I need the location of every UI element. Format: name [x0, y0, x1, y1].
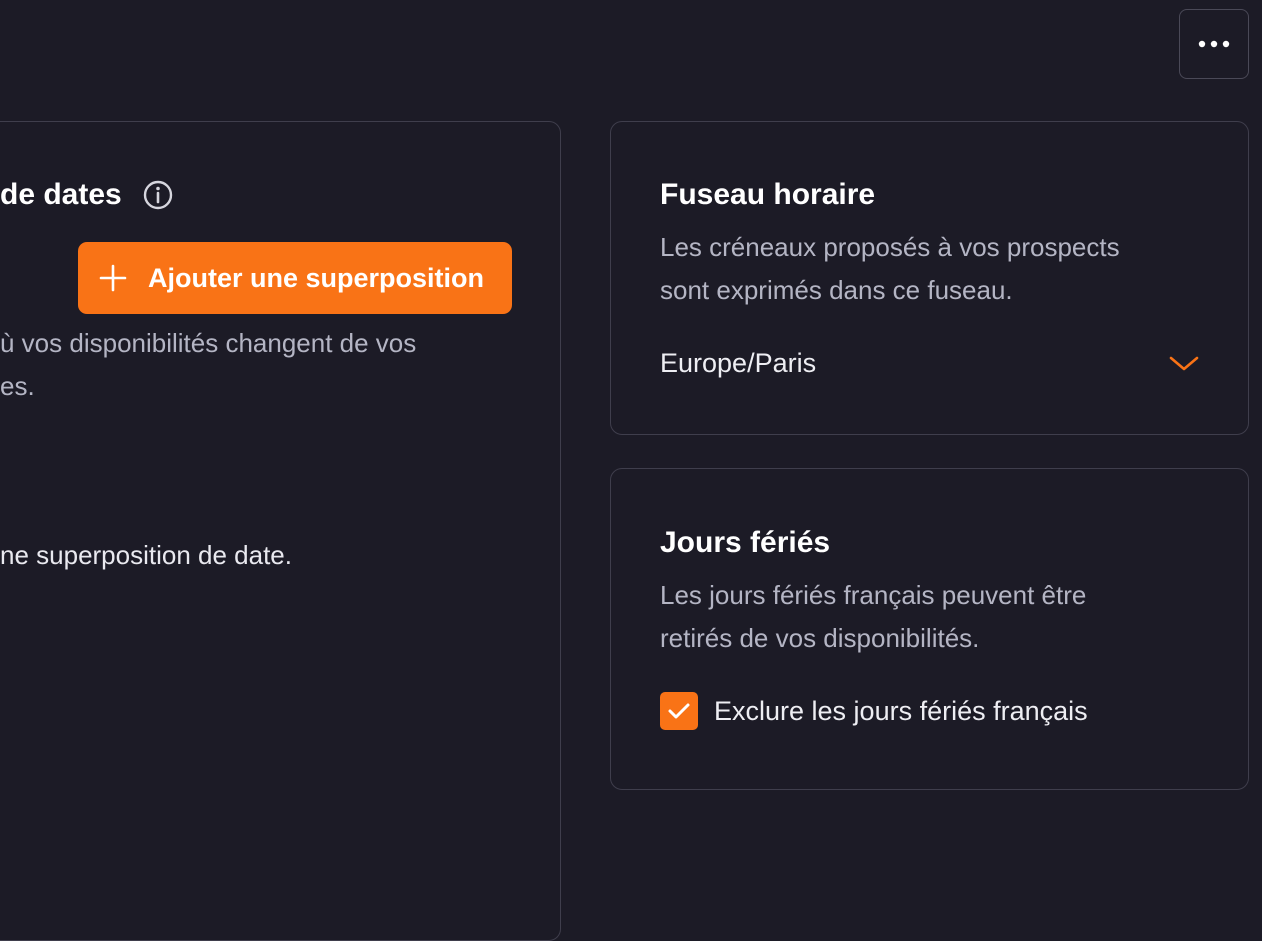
- add-override-button-label: Ajouter une superposition: [148, 262, 485, 293]
- date-overrides-empty-text: ne superposition de date.: [0, 540, 292, 570]
- timezone-description-line2: sont exprimés dans ce fuseau.: [660, 275, 1013, 305]
- date-overrides-title: de dates: [0, 178, 122, 211]
- exclude-holidays-checkbox[interactable]: [660, 692, 698, 730]
- timezone-select[interactable]: Europe/Paris: [660, 340, 1200, 386]
- timezone-selected-value: Europe/Paris: [660, 347, 817, 378]
- holidays-description-line2: retirés de vos disponibilités.: [660, 623, 980, 653]
- more-options-button[interactable]: [1179, 9, 1249, 79]
- chevron-down-icon: [1169, 356, 1199, 371]
- holidays-title: Jours fériés: [660, 526, 831, 559]
- exclude-holidays-label[interactable]: Exclure les jours fériés français: [714, 698, 1088, 725]
- checkmark-icon: [668, 703, 690, 719]
- holidays-description-line1: Les jours fériés français peuvent être: [660, 580, 1087, 610]
- plus-icon: [99, 264, 127, 292]
- timezone-title: Fuseau horaire: [660, 178, 876, 211]
- date-overrides-description-line2: es.: [0, 371, 35, 401]
- add-override-button[interactable]: Ajouter une superposition: [78, 242, 512, 314]
- info-circle-icon[interactable]: [142, 179, 174, 211]
- ellipsis-horizontal-icon: [1198, 40, 1230, 48]
- timezone-description-line1: Les créneaux proposés à vos prospects: [660, 232, 1120, 262]
- date-overrides-description-line1: ù vos disponibilités changent de vos: [0, 328, 417, 358]
